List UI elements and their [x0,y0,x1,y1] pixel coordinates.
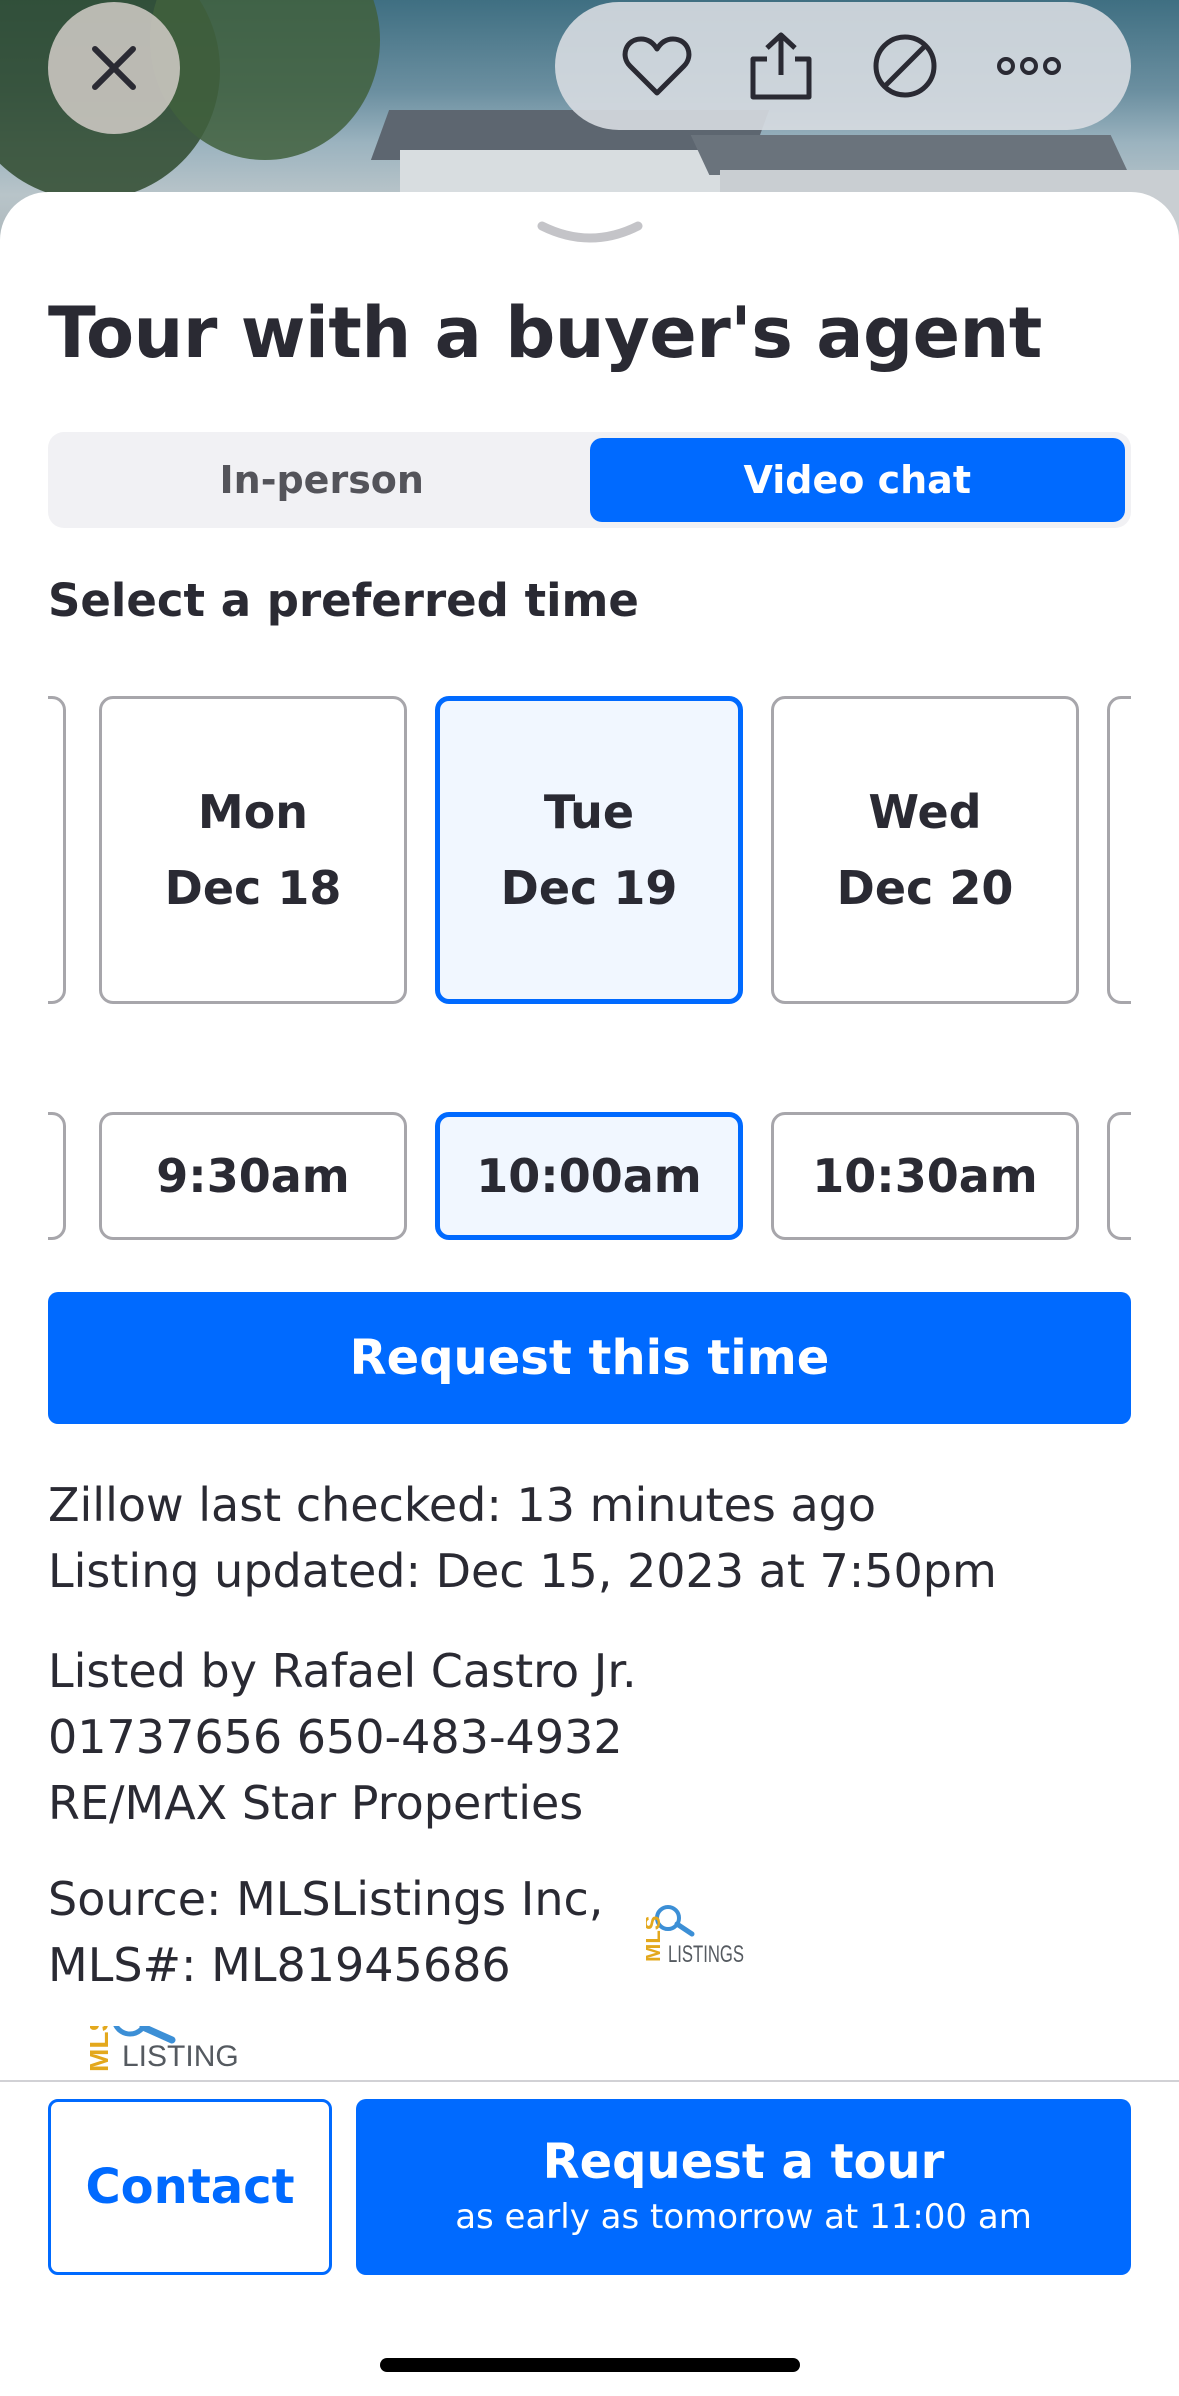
listing-updated-text: Listing updated: Dec 15, 2023 at 7:50pm [48,1544,997,1598]
time-slot-partial[interactable] [48,1112,66,1240]
share-button[interactable] [741,26,821,106]
save-home-button[interactable] [617,26,697,106]
listed-by-text: Listed by Rafael Castro Jr. [48,1644,637,1698]
day-date: Dec 18 [164,861,342,915]
footer-divider [0,2080,1179,2082]
home-indicator[interactable] [380,2358,800,2372]
more-icon [997,57,1061,75]
sheet-title: Tour with a buyer's agent [48,292,1042,374]
day-weekday: Mon [197,785,309,839]
sheet-grabber[interactable] [536,220,644,250]
request-tour-sublabel: as early as tomorrow at 11:00 am [455,2197,1032,2237]
mls-logo-icon: MLS LISTINGS [90,2026,240,2073]
listing-agent-info: Listed by Rafael Castro Jr. 01737656 650… [48,1638,637,1836]
last-checked-text: Zillow last checked: 13 minutes ago [48,1478,876,1532]
time-slot[interactable]: 10:30am [771,1112,1079,1240]
day-weekday: Wed [868,785,982,839]
listing-freshness: Zillow last checked: 13 minutes ago List… [48,1472,997,1604]
day-card-partial[interactable] [1107,696,1131,1004]
day-card[interactable]: Mon Dec 18 [99,696,407,1004]
time-subheading: Select a preferred time [48,574,639,627]
day-date: Dec 20 [836,861,1014,915]
request-tour-button[interactable]: Request a tour as early as tomorrow at 1… [356,2099,1131,2275]
source-text: Source: MLSListings Inc, [48,1872,604,1926]
mls-logo-icon: MLS LISTINGS [646,1905,744,1968]
more-button[interactable] [989,26,1069,106]
day-date: Dec 19 [500,861,678,915]
time-slot-selected[interactable]: 10:00am [435,1112,743,1240]
svg-text:MLS: MLS [646,1916,665,1962]
mls-number-text: MLS#: ML81945686 [48,1938,511,1992]
brokerage-text: RE/MAX Star Properties [48,1776,584,1830]
mls-listings-logo: MLS LISTINGS [646,1902,746,1972]
svg-text:LISTINGS: LISTINGS [668,1941,744,1968]
day-card-selected[interactable]: Tue Dec 19 [435,696,743,1004]
hide-icon [873,34,937,98]
request-this-time-button[interactable]: Request this time [48,1292,1131,1424]
tab-video-chat[interactable]: Video chat [589,438,1125,522]
svg-text:LISTINGS: LISTINGS [122,2040,240,2073]
photo-roof [690,135,1130,175]
heart-icon [622,36,692,96]
tour-sheet: Tour with a buyer's agent In-person Vide… [0,192,1179,2396]
day-card[interactable]: Wed Dec 20 [771,696,1079,1004]
svg-text:MLS: MLS [90,2026,114,2072]
contact-button[interactable]: Contact [48,2099,332,2275]
day-card-partial[interactable] [48,696,66,1004]
tour-type-toggle: In-person Video chat [48,432,1131,528]
chevron-down-icon [537,221,643,243]
tab-in-person[interactable]: In-person [54,438,590,522]
agent-phone-text: 01737656 650-483-4932 [48,1710,623,1764]
close-icon [92,46,136,90]
time-slot-partial[interactable] [1107,1112,1131,1240]
day-weekday: Tue [543,785,635,839]
mls-listings-logo-partial: MLS LISTINGS [90,2026,240,2076]
close-button[interactable] [48,2,180,134]
share-icon [750,32,812,100]
time-slot[interactable]: 9:30am [99,1112,407,1240]
hide-home-button[interactable] [865,26,945,106]
day-picker[interactable]: Mon Dec 18 Tue Dec 19 Wed Dec 20 [48,696,1131,1008]
listing-source: Source: MLSListings Inc, MLS#: ML8194568… [48,1866,603,1998]
time-picker[interactable]: 9:30am 10:00am 10:30am [48,1112,1131,1244]
request-tour-label: Request a tour [542,2134,945,2190]
listing-actions [555,2,1131,130]
